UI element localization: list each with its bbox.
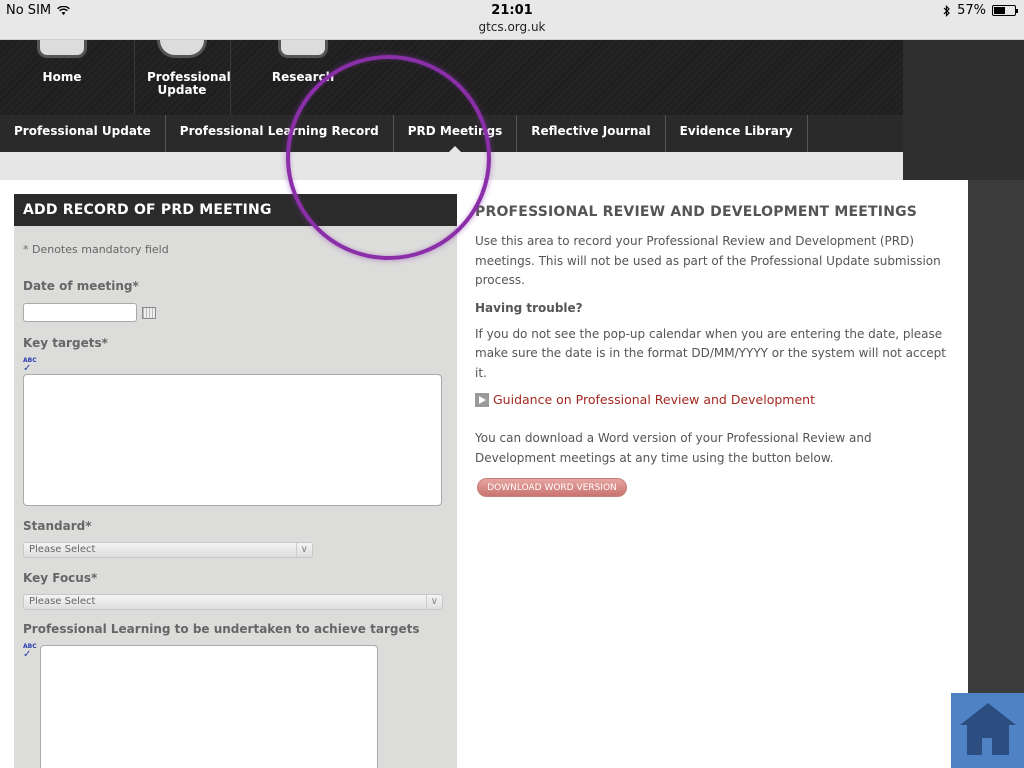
clock: 21:01 xyxy=(491,3,533,18)
calendar-icon[interactable] xyxy=(142,307,156,319)
chevron-down-icon: ∨ xyxy=(425,595,438,609)
home-button[interactable] xyxy=(951,693,1024,768)
main-content: ADD RECORD OF PRD MEETING * Denotes mand… xyxy=(0,180,968,768)
header-home-label: Home xyxy=(42,70,82,84)
address-url[interactable]: gtcs.org.uk xyxy=(0,20,1024,34)
page-background-right-inner xyxy=(968,180,1024,768)
bluetooth-icon xyxy=(943,4,950,17)
guidance-link-text[interactable]: Guidance on Professional Review and Deve… xyxy=(493,392,815,407)
header-professional-update-label: Professional Update xyxy=(147,70,231,97)
info-intro: Use this area to record your Professiona… xyxy=(475,234,941,287)
standard-select-value: Please Select xyxy=(29,544,96,555)
play-icon xyxy=(475,392,489,407)
battery-fill xyxy=(994,7,1006,14)
spellcheck-tick: ✓ xyxy=(23,649,32,660)
home-icon xyxy=(37,40,87,58)
spellcheck-icon[interactable]: ABC ✓ xyxy=(23,644,37,660)
standard-select[interactable]: Please Select ∨ xyxy=(23,542,313,558)
date-of-meeting-label: Date of meeting* xyxy=(23,279,139,293)
info-panel: PROFESSIONAL REVIEW AND DEVELOPMENT MEET… xyxy=(475,204,955,497)
key-focus-label: Key Focus* xyxy=(23,571,98,585)
trouble-heading: Having trouble? xyxy=(475,300,583,315)
header-home[interactable]: Home xyxy=(24,40,100,115)
professional-learning-textarea[interactable] xyxy=(40,645,378,768)
header-divider xyxy=(230,40,231,115)
key-targets-label: Key targets* xyxy=(23,336,108,350)
download-word-button[interactable]: DOWNLOAD WORD VERSION xyxy=(477,478,627,497)
house-door xyxy=(982,738,992,755)
touch-magnifier-ring xyxy=(286,55,491,260)
key-focus-select[interactable]: Please Select ∨ xyxy=(23,594,443,610)
download-text: You can download a Word version of your … xyxy=(475,431,872,465)
battery-percent: 57% xyxy=(957,3,986,18)
trouble-text: If you do not see the pop-up calendar wh… xyxy=(475,326,946,380)
info-title: PROFESSIONAL REVIEW AND DEVELOPMENT MEET… xyxy=(475,204,918,220)
nav-professional-update[interactable]: Professional Update xyxy=(0,115,166,152)
guidance-link[interactable]: Guidance on Professional Review and Deve… xyxy=(475,392,955,407)
key-focus-select-value: Please Select xyxy=(29,596,96,607)
header-professional-update[interactable]: Professional Update xyxy=(135,40,231,115)
prd-form-panel: ADD RECORD OF PRD MEETING * Denotes mand… xyxy=(14,194,457,768)
date-of-meeting-input[interactable] xyxy=(23,303,137,322)
status-right: 57% xyxy=(943,3,1018,18)
professional-update-icon xyxy=(157,40,207,58)
research-icon xyxy=(278,40,328,58)
mandatory-note: * Denotes mandatory field xyxy=(23,243,169,256)
nav-reflective-journal[interactable]: Reflective Journal xyxy=(517,115,666,152)
chevron-down-icon: ∨ xyxy=(295,543,308,557)
nav-evidence-library[interactable]: Evidence Library xyxy=(666,115,808,152)
house-roof-icon xyxy=(960,703,1016,725)
standard-label: Standard* xyxy=(23,519,92,533)
spellcheck-icon[interactable]: ABC ✓ xyxy=(23,358,37,374)
professional-learning-label: Professional Learning to be undertaken t… xyxy=(23,622,420,636)
spellcheck-tick: ✓ xyxy=(23,363,32,374)
battery-icon xyxy=(992,5,1018,16)
ios-status-bar: No SIM 21:01 gtcs.org.uk 57% xyxy=(0,0,1024,40)
key-targets-textarea[interactable] xyxy=(23,374,442,506)
